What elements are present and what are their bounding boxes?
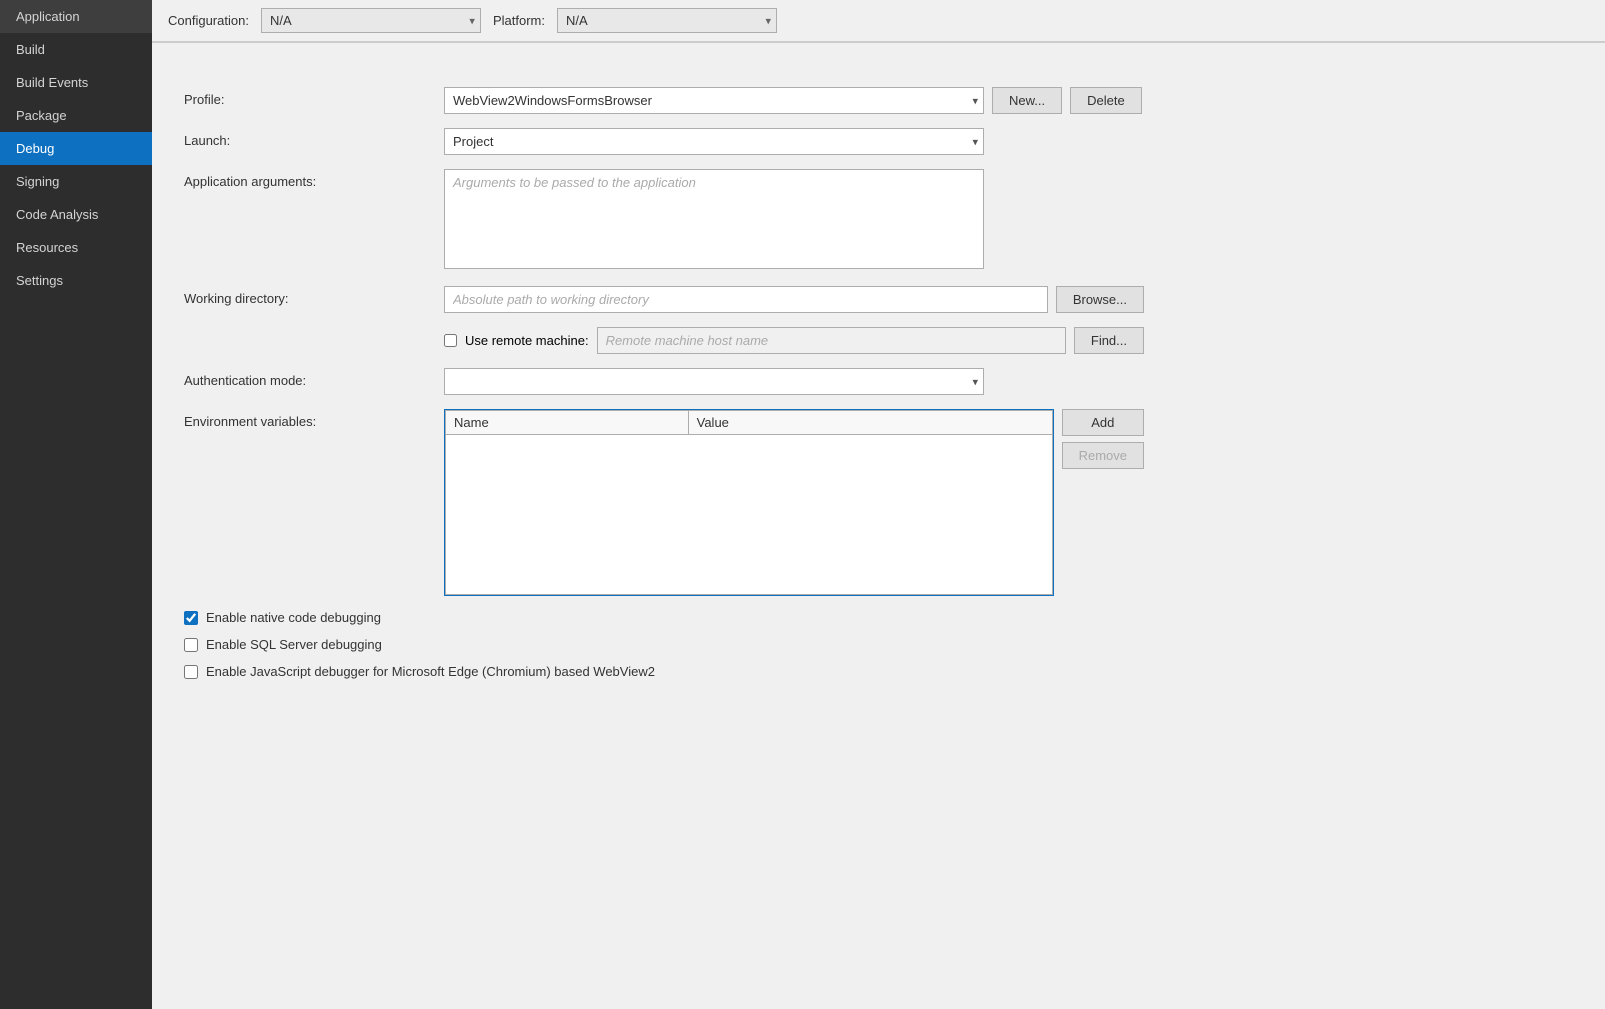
sidebar-item-code-analysis[interactable]: Code Analysis <box>0 198 152 231</box>
remote-machine-row: Use remote machine: Find... <box>184 327 1573 354</box>
sidebar-label-build: Build <box>16 42 45 57</box>
env-table-container: Name Value <box>444 409 1054 596</box>
env-name-header: Name <box>446 411 689 435</box>
profile-row: Profile: WebView2WindowsFormsBrowser New… <box>184 87 1573 114</box>
sql-debug-row: Enable SQL Server debugging <box>184 637 1573 652</box>
env-vars-label: Environment variables: <box>184 409 444 429</box>
env-value-header: Value <box>688 411 1052 435</box>
sidebar-label-signing: Signing <box>16 174 59 189</box>
js-debug-label[interactable]: Enable JavaScript debugger for Microsoft… <box>206 664 655 679</box>
main-panel: Configuration: N/A Platform: N/A Profile… <box>152 0 1605 1009</box>
sql-debug-label[interactable]: Enable SQL Server debugging <box>206 637 382 652</box>
content-area: Profile: WebView2WindowsFormsBrowser New… <box>152 63 1605 1009</box>
profile-select[interactable]: WebView2WindowsFormsBrowser <box>444 87 984 114</box>
working-dir-row: Working directory: Browse... <box>184 286 1573 313</box>
launch-row: Launch: Project <box>184 128 1573 155</box>
sidebar-item-resources[interactable]: Resources <box>0 231 152 264</box>
env-table: Name Value <box>445 410 1053 595</box>
platform-select-wrapper: N/A <box>557 8 777 33</box>
env-vars-row: Environment variables: Name Value <box>184 409 1573 596</box>
sidebar-item-signing[interactable]: Signing <box>0 165 152 198</box>
find-button[interactable]: Find... <box>1074 327 1144 354</box>
native-debug-row: Enable native code debugging <box>184 610 1573 625</box>
sidebar-label-application: Application <box>16 9 80 24</box>
sidebar-item-debug[interactable]: Debug <box>0 132 152 165</box>
app-args-row: Application arguments: <box>184 169 1573 272</box>
sidebar-item-settings[interactable]: Settings <box>0 264 152 297</box>
working-dir-input[interactable] <box>444 286 1048 313</box>
sidebar-label-debug: Debug <box>16 141 54 156</box>
js-debug-row: Enable JavaScript debugger for Microsoft… <box>184 664 1573 679</box>
native-debug-checkbox[interactable] <box>184 611 198 625</box>
env-table-body <box>446 435 1053 595</box>
launch-label: Launch: <box>184 128 444 148</box>
auth-mode-select-wrapper: ▾ <box>444 368 984 395</box>
sql-debug-checkbox[interactable] <box>184 638 198 652</box>
remove-button[interactable]: Remove <box>1062 442 1144 469</box>
env-buttons: Add Remove <box>1062 409 1144 469</box>
auth-mode-label: Authentication mode: <box>184 368 444 388</box>
profile-select-wrapper: WebView2WindowsFormsBrowser <box>444 87 984 114</box>
delete-button[interactable]: Delete <box>1070 87 1142 114</box>
sidebar-item-package[interactable]: Package <box>0 99 152 132</box>
working-dir-label: Working directory: <box>184 286 444 306</box>
app-args-label: Application arguments: <box>184 169 444 189</box>
sidebar-item-build[interactable]: Build <box>0 33 152 66</box>
remote-spacer <box>184 327 444 332</box>
sidebar-label-build-events: Build Events <box>16 75 88 90</box>
auth-mode-row: Authentication mode: ▾ <box>184 368 1573 395</box>
app-args-control <box>444 169 984 272</box>
configuration-label: Configuration: <box>168 13 249 28</box>
launch-select-wrapper: Project <box>444 128 984 155</box>
configuration-select[interactable]: N/A <box>261 8 481 33</box>
configuration-select-wrapper: N/A <box>261 8 481 33</box>
use-remote-label: Use remote machine: <box>465 333 589 348</box>
native-debug-label[interactable]: Enable native code debugging <box>206 610 381 625</box>
platform-select[interactable]: N/A <box>557 8 777 33</box>
remote-host-input[interactable] <box>597 327 1066 354</box>
use-remote-checkbox[interactable] <box>444 334 457 347</box>
add-button[interactable]: Add <box>1062 409 1144 436</box>
js-debug-checkbox[interactable] <box>184 665 198 679</box>
launch-select[interactable]: Project <box>444 128 984 155</box>
sidebar: Application Build Build Events Package D… <box>0 0 152 1009</box>
app-args-textarea[interactable] <box>444 169 984 269</box>
new-button[interactable]: New... <box>992 87 1062 114</box>
sidebar-item-application[interactable]: Application <box>0 0 152 33</box>
sidebar-label-settings: Settings <box>16 273 63 288</box>
sidebar-label-resources: Resources <box>16 240 78 255</box>
sidebar-label-code-analysis: Code Analysis <box>16 207 98 222</box>
top-bar: Configuration: N/A Platform: N/A <box>152 0 1605 42</box>
sidebar-item-build-events[interactable]: Build Events <box>0 66 152 99</box>
sidebar-label-package: Package <box>16 108 67 123</box>
profile-label: Profile: <box>184 87 444 107</box>
browse-button[interactable]: Browse... <box>1056 286 1144 313</box>
platform-label: Platform: <box>493 13 545 28</box>
auth-mode-select[interactable] <box>444 368 984 395</box>
